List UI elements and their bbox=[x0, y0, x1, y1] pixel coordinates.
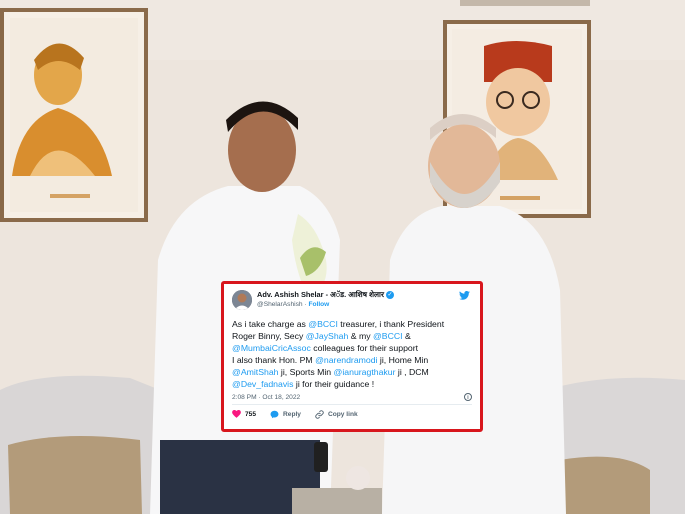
tweet-text-segment: I also thank Hon. PM bbox=[232, 355, 316, 365]
tweet-text: As i take charge as @BCCI treasurer, i t… bbox=[232, 318, 472, 390]
mention-link[interactable]: @BCCI bbox=[373, 331, 403, 341]
tweet-text-segment: ji for their guidance ! bbox=[293, 379, 375, 389]
handle-separator: · bbox=[304, 301, 307, 308]
twitter-bird-icon[interactable] bbox=[459, 291, 470, 300]
link-icon bbox=[315, 409, 324, 419]
heart-icon bbox=[232, 410, 241, 418]
author-name[interactable]: Adv. Ashish Shelar - अॅड. आशिष शेलार bbox=[257, 290, 384, 300]
tweet-text-segment: treasurer, i thank President bbox=[337, 319, 445, 329]
tweet-header: Adv. Ashish Shelar - अॅड. आशिष शेलार ✓ @… bbox=[232, 290, 472, 316]
tweet-text-segment: ji, Sports Min bbox=[278, 367, 334, 377]
follow-button[interactable]: Follow bbox=[308, 301, 329, 308]
tweet-text-segment: ji, Home Min bbox=[377, 355, 429, 365]
tweet-text-segment: & my bbox=[348, 331, 373, 341]
mention-link[interactable]: @BCCI bbox=[308, 319, 338, 329]
verified-badge-icon: ✓ bbox=[386, 291, 394, 299]
background-photo bbox=[0, 0, 685, 514]
like-count: 755 bbox=[245, 410, 257, 418]
tweet-card[interactable]: Adv. Ashish Shelar - अॅड. आशिष शेलार ✓ @… bbox=[221, 281, 483, 432]
mention-link[interactable]: @Dev_fadnavis bbox=[232, 379, 293, 389]
avatar[interactable] bbox=[232, 290, 252, 310]
tweet-text-segment: As i take charge as bbox=[232, 319, 309, 329]
author-handle[interactable]: @ShelarAshish bbox=[257, 301, 303, 308]
tweet-line: Roger Binny, Secy @JayShah & my @BCCI & bbox=[232, 330, 472, 342]
info-icon[interactable]: i bbox=[464, 393, 472, 401]
tweet-actions: 755 Reply Copy link bbox=[232, 405, 472, 423]
mention-link[interactable]: @narendramodi bbox=[315, 355, 377, 365]
tweet-meta: 2:08 PM · Oct 18, 2022 i bbox=[232, 393, 472, 405]
tweet-text-segment: ji , DCM bbox=[395, 367, 429, 377]
like-button[interactable]: 755 bbox=[232, 410, 256, 418]
reply-icon bbox=[270, 410, 279, 418]
tweet-line: @Dev_fadnavis ji for their guidance ! bbox=[232, 378, 472, 390]
mention-link[interactable]: @AmitShah bbox=[232, 367, 278, 377]
mention-link[interactable]: @MumbaiCricAssoc bbox=[232, 343, 311, 353]
reply-button[interactable]: Reply bbox=[270, 410, 301, 419]
reply-label: Reply bbox=[283, 410, 301, 418]
tweet-text-segment: Roger Binny, Secy bbox=[232, 331, 306, 341]
mention-link[interactable]: @ianuragthakur bbox=[334, 367, 396, 377]
copy-link-button[interactable]: Copy link bbox=[315, 409, 358, 419]
tweet-line: As i take charge as @BCCI treasurer, i t… bbox=[232, 318, 472, 330]
tweet-line: @MumbaiCricAssoc colleagues for their su… bbox=[232, 342, 472, 354]
tweet-text-segment: colleagues for their support bbox=[310, 343, 419, 353]
copy-link-label: Copy link bbox=[327, 410, 358, 418]
tweet-timestamp[interactable]: 2:08 PM · Oct 18, 2022 bbox=[232, 394, 300, 401]
tweet-line: @AmitShah ji, Sports Min @ianuragthakur … bbox=[232, 366, 472, 378]
tweet-line: I also thank Hon. PM @narendramodi ji, H… bbox=[232, 354, 472, 366]
mention-link[interactable]: @JayShah bbox=[306, 331, 349, 341]
tweet-text-segment: & bbox=[402, 331, 411, 341]
author-block: Adv. Ashish Shelar - अॅड. आशिष शेलार ✓ @… bbox=[257, 290, 394, 310]
